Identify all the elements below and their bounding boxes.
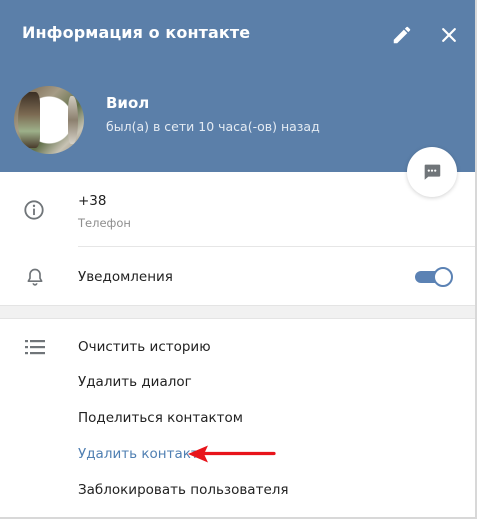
share-contact-action[interactable]: Поделиться контактом (78, 410, 243, 426)
notifications-label: Уведомления (78, 269, 173, 285)
info-icon (22, 198, 46, 222)
delete-dialog-action[interactable]: Удалить диалог (78, 374, 192, 390)
phone-label: Телефон (78, 216, 131, 230)
dialog-header: Информация о контакте Виол был(а) в сети… (0, 0, 475, 172)
toggle-knob (433, 267, 453, 287)
last-seen-status: был(а) в сети 10 часа(-ов) назад (106, 119, 320, 134)
notifications-toggle[interactable] (415, 267, 453, 287)
clear-history-action[interactable]: Очистить историю (78, 339, 211, 355)
avatar[interactable] (14, 86, 84, 154)
close-icon (442, 28, 456, 42)
notifications-row[interactable]: Уведомления (0, 247, 475, 305)
phone-row[interactable]: +38 Телефон (0, 172, 475, 247)
dialog-title: Информация о контакте (22, 23, 251, 42)
close-button[interactable] (433, 20, 465, 50)
block-user-action[interactable]: Заблокировать пользователя (78, 482, 289, 498)
bell-icon (24, 265, 46, 289)
contact-name: Виол (106, 94, 150, 112)
pencil-icon (393, 26, 411, 44)
list-icon (24, 337, 46, 357)
section-separator (0, 305, 475, 319)
red-arrow-icon (188, 445, 276, 463)
edit-button[interactable] (386, 20, 418, 50)
phone-number: +38 (78, 193, 107, 209)
contact-info-dialog: Информация о контакте Виол был(а) в сети… (0, 0, 477, 519)
delete-contact-action[interactable]: Удалить контакт (78, 446, 199, 462)
